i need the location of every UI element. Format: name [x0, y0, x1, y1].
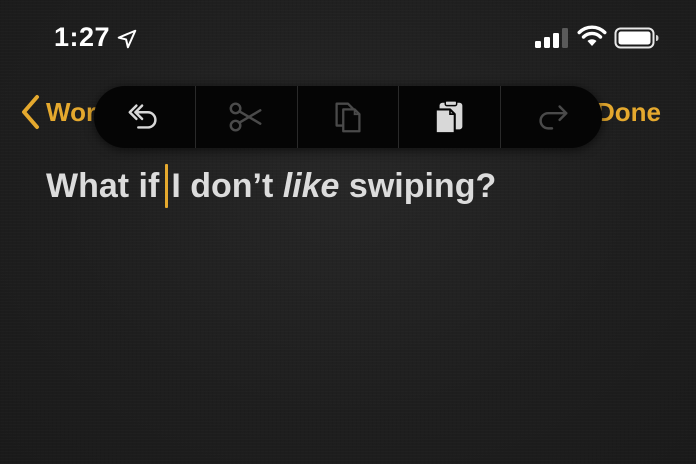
paste-icon	[434, 100, 463, 135]
scissors-icon	[229, 102, 262, 132]
done-button[interactable]: Done	[596, 92, 661, 132]
chevron-left-icon	[22, 95, 39, 129]
note-body[interactable]: What if I don’t like swiping?	[46, 164, 496, 208]
note-text-segment: I don’t	[171, 166, 274, 205]
cellular-signal-icon	[535, 28, 568, 48]
redo-icon	[539, 105, 568, 130]
note-text-italic: like	[282, 166, 340, 205]
copy-button[interactable]	[298, 86, 400, 148]
copy-icon	[335, 102, 361, 133]
redo-button[interactable]	[501, 86, 602, 148]
location-arrow-icon	[117, 29, 137, 49]
note-text-segment: What if	[46, 166, 160, 205]
paste-button[interactable]	[399, 86, 502, 148]
undo-icon	[128, 104, 157, 129]
status-time: 1:27	[54, 22, 111, 52]
back-button-label: Wor	[46, 96, 97, 127]
back-button[interactable]: Wor	[20, 92, 96, 132]
battery-icon	[614, 27, 659, 49]
undo-button[interactable]	[94, 86, 196, 148]
wifi-icon	[577, 25, 607, 46]
cut-button[interactable]	[196, 86, 298, 148]
note-text-segment: swiping?	[348, 166, 497, 205]
status-bar: 1:27	[0, 0, 696, 78]
edit-toolbar	[94, 86, 602, 148]
text-cursor	[165, 164, 169, 208]
done-button-label: Done	[596, 96, 661, 127]
